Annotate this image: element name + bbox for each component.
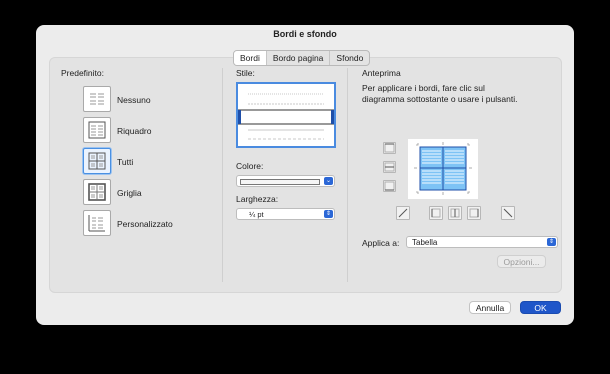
preset-all-icon	[88, 152, 106, 170]
cancel-button[interactable]: Annulla	[469, 301, 511, 314]
tab-sfondo[interactable]: Sfondo	[330, 51, 369, 65]
diagonal-up-icon	[398, 208, 408, 218]
applica-label: Applica a:	[362, 238, 400, 248]
chevron-down-icon: ⌄	[324, 177, 333, 185]
column-divider-right	[347, 68, 348, 282]
tab-bordo-pagina[interactable]: Bordo pagina	[267, 51, 331, 65]
updown-arrows-icon: ⇕	[324, 210, 333, 218]
border-middle-button[interactable]	[383, 161, 396, 173]
anteprima-heading: Anteprima	[362, 68, 401, 78]
anteprima-instructions: Per applicare i bordi, fare clic sul dia…	[362, 83, 518, 104]
tab-bordi[interactable]: Bordi	[234, 51, 267, 65]
border-bottom-icon	[384, 181, 395, 191]
border-top-button[interactable]	[383, 142, 396, 154]
dialog-title: Bordi e sfondo	[273, 29, 337, 39]
color-select[interactable]: ⌄	[236, 175, 335, 187]
tab-panel: Predefinito: Nessuno Riquadro Tutti Grig…	[49, 57, 562, 293]
apply-to-value: Tabella	[412, 238, 438, 247]
preset-grid-button[interactable]	[83, 179, 111, 205]
diagonal-down-icon	[503, 208, 513, 218]
preset-none-button[interactable]	[83, 86, 111, 112]
preset-custom-label: Personalizzato	[117, 219, 173, 229]
preview-table-graphic	[414, 142, 472, 195]
predefinito-heading: Predefinito:	[61, 68, 104, 78]
preset-box-label: Riquadro	[117, 126, 152, 136]
border-inside-vertical-icon	[450, 208, 460, 218]
color-swatch	[240, 179, 320, 185]
preset-box-icon	[88, 121, 106, 139]
line-style-samples	[238, 93, 334, 140]
width-value: ¼ pt	[249, 210, 264, 219]
border-right-button[interactable]	[467, 206, 481, 220]
width-select[interactable]: ¼ pt ⇕	[236, 208, 335, 220]
border-center-button[interactable]	[448, 206, 462, 220]
options-button[interactable]: Opzioni...	[497, 255, 546, 268]
apply-to-select[interactable]: Tabella ⇕	[406, 236, 558, 248]
tab-bar: Bordi Bordo pagina Sfondo	[233, 50, 371, 66]
ok-button[interactable]: OK	[520, 301, 561, 314]
border-right-icon	[469, 208, 479, 218]
border-left-icon	[431, 208, 441, 218]
stile-heading: Stile:	[236, 68, 255, 78]
borders-dialog: Bordi e sfondo Bordi Bordo pagina Sfondo…	[36, 25, 574, 325]
border-inside-horizontal-icon	[384, 162, 395, 172]
column-divider-left	[222, 68, 223, 282]
colore-label: Colore:	[236, 161, 264, 171]
preset-box-button[interactable]	[83, 117, 111, 143]
preset-all-label: Tutti	[117, 157, 134, 167]
preset-grid-label: Griglia	[117, 188, 142, 198]
preset-all-button[interactable]	[83, 148, 111, 174]
preset-custom-icon	[88, 215, 105, 232]
preset-grid-icon	[88, 183, 106, 201]
diagonal-up-button[interactable]	[501, 206, 515, 220]
preset-none-icon	[90, 93, 104, 105]
border-bottom-button[interactable]	[383, 180, 396, 192]
larghezza-label: Larghezza:	[236, 194, 279, 204]
preview-diagram[interactable]	[408, 139, 478, 199]
diagonal-down-button[interactable]	[396, 206, 410, 220]
line-style-list[interactable]	[236, 82, 336, 148]
border-left-button[interactable]	[429, 206, 443, 220]
preset-none-label: Nessuno	[117, 95, 151, 105]
preset-custom-button[interactable]	[83, 210, 111, 236]
updown-arrows-icon: ⇕	[547, 238, 556, 246]
border-top-icon	[384, 143, 395, 153]
